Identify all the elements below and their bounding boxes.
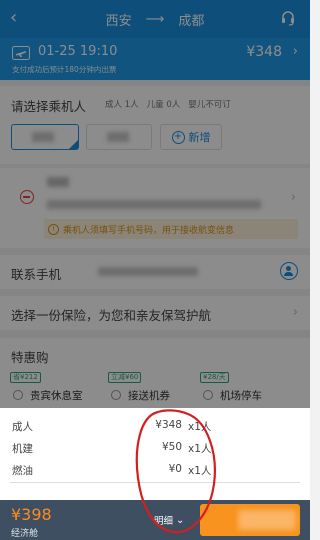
detail-label: 明细 <box>154 516 174 527</box>
fee-name: 燃油 <box>12 465 33 477</box>
bottom-bar: ¥398 经济舱 明细 ⌄ 下 <box>0 500 310 540</box>
fee-quantity: x1人 <box>188 421 212 433</box>
modal-overlay[interactable] <box>0 0 310 408</box>
fee-amount: ¥348 <box>155 419 182 431</box>
fee-amount: ¥0 <box>168 463 182 475</box>
total-price: ¥398 <box>11 505 52 524</box>
blurred-order-text <box>238 510 296 530</box>
fee-quantity: x1人 <box>188 443 212 455</box>
price-row-fuel: 燃油 ¥0 x1人 <box>0 460 310 480</box>
fee-amount: ¥50 <box>161 441 182 453</box>
price-row-airport-fee: 机建 ¥50 x1人 <box>0 438 310 458</box>
fee-quantity: x1人 <box>188 465 212 477</box>
fee-name: 成人 <box>12 421 33 433</box>
price-row-adult: 成人 ¥348 x1人 <box>0 416 310 436</box>
divider <box>10 482 300 483</box>
chevron-down-icon: ⌄ <box>176 514 185 526</box>
fee-name: 机建 <box>12 443 33 455</box>
cabin-class: 经济舱 <box>11 529 39 539</box>
price-detail-toggle[interactable]: 明细 ⌄ <box>154 513 185 528</box>
price-detail-sheet: 成人 ¥348 x1人 机建 ¥50 x1人 燃油 ¥0 x1人 <box>0 408 310 500</box>
